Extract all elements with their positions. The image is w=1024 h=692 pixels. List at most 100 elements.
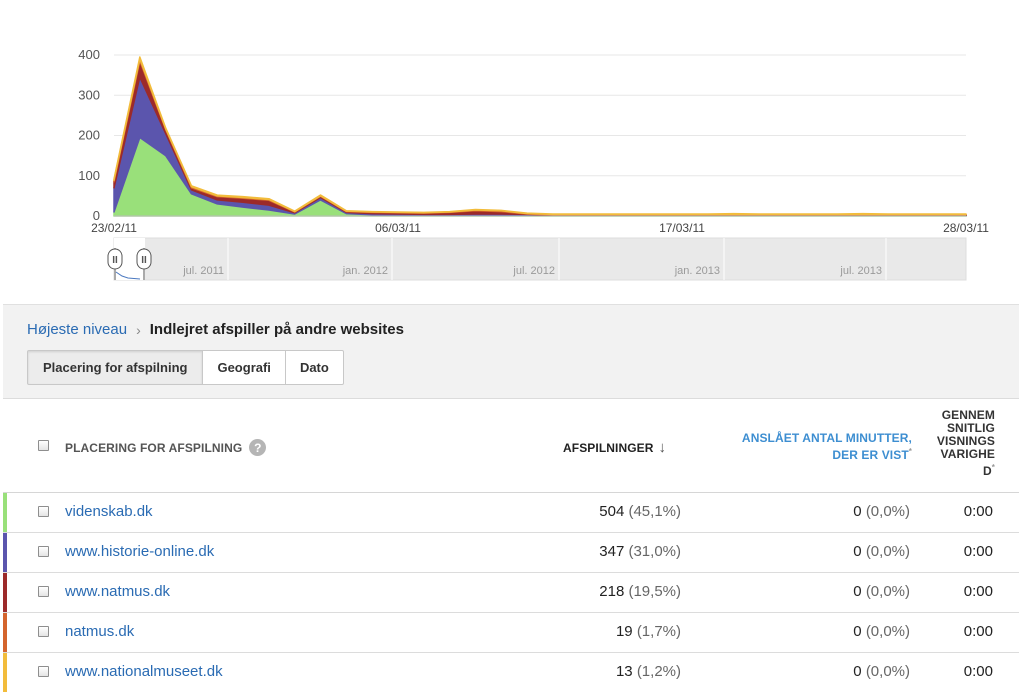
plays-value: 19 — [615, 623, 633, 640]
breadcrumb-root-link[interactable]: Højeste niveau — [27, 321, 127, 338]
location-column-label: PLACERING FOR AFSPILNING — [65, 440, 243, 455]
row-checkbox[interactable] — [38, 666, 49, 677]
minutes-value: 0 — [853, 503, 862, 520]
data-table: PLACERING FOR AFSPILNING ? AFSPILNINGER … — [3, 398, 1019, 692]
navigator-label: jan. 2013 — [674, 265, 720, 277]
stacked-area-chart: 400300200100023/02/11 06/03/11 17/03/11 28/… — [78, 47, 989, 281]
table-row: videnskab.dk 504 (45,1%) 0 (0,0%) 0:00 — [3, 493, 1019, 533]
range-handle-grip-icon: II — [141, 255, 147, 266]
tab-playback-location[interactable]: Placering for afspilning — [27, 350, 204, 385]
row-plays: 218 (19,5%) — [599, 583, 681, 600]
minutes-column-header[interactable]: ANSLÅET ANTAL MINUTTER, DER ER VIST* — [742, 431, 912, 462]
series-color-marker — [3, 613, 7, 652]
row-minutes: 0 (0,0%) — [853, 583, 910, 600]
table-row: www.natmus.dk 218 (19,5%) 0 (0,0%) 0:00 — [3, 573, 1019, 613]
series-area — [113, 60, 967, 216]
sort-desc-icon: ↓ — [658, 439, 667, 456]
row-checkbox[interactable] — [38, 626, 49, 637]
x-tick-label: 28/03/11 — [943, 221, 989, 235]
row-checkbox[interactable] — [38, 586, 49, 597]
minutes-value: 0 — [853, 663, 862, 680]
breadcrumb: Højeste niveau › Indlejret afspiller på … — [27, 321, 404, 338]
row-location-link[interactable]: www.nationalmuseet.dk — [65, 663, 223, 680]
row-location-link[interactable]: www.natmus.dk — [65, 583, 170, 600]
series-color-marker — [3, 653, 7, 692]
tab-geography[interactable]: Geografi — [203, 350, 286, 385]
tab-date[interactable]: Dato — [285, 350, 344, 385]
navigator-label: jan. 2012 — [342, 265, 388, 277]
range-handle-grip-icon: II — [112, 255, 118, 266]
plays-percent: (19,5%) — [628, 583, 681, 600]
location-column-header[interactable]: PLACERING FOR AFSPILNING ? — [65, 439, 267, 456]
row-location-link[interactable]: www.historie-online.dk — [65, 543, 214, 560]
plays-value: 218 — [599, 583, 625, 600]
row-minutes: 0 (0,0%) — [853, 503, 910, 520]
minutes-value: 0 — [853, 583, 862, 600]
plays-column-header[interactable]: AFSPILNINGER ↓ — [563, 439, 666, 456]
series-color-marker — [3, 573, 7, 612]
minutes-header-line-1: ANSLÅET ANTAL MINUTTER, — [741, 431, 912, 445]
row-location-link[interactable]: natmus.dk — [65, 623, 134, 640]
minutes-percent: (0,0%) — [865, 503, 910, 520]
minutes-value: 0 — [853, 623, 862, 640]
duration-header-line-4: VARIGHE — [940, 447, 995, 461]
minutes-percent: (0,0%) — [865, 583, 910, 600]
minutes-header-line-2: DER ER VIST — [832, 448, 909, 462]
minutes-percent: (0,0%) — [865, 543, 910, 560]
minutes-value: 0 — [853, 543, 862, 560]
y-tick-label: 200 — [78, 128, 100, 143]
row-plays: 19 (1,7%) — [616, 623, 681, 640]
minutes-percent: (0,0%) — [865, 623, 910, 640]
minutes-percent: (0,0%) — [865, 663, 910, 680]
row-checkbox[interactable] — [38, 506, 49, 517]
duration-asterisk: * — [991, 463, 995, 472]
row-duration: 0:00 — [963, 503, 993, 520]
row-location-link[interactable]: videnskab.dk — [65, 503, 153, 520]
duration-column-header[interactable]: GENNEM SNITLIG VISNINGS VARIGHE D* — [937, 409, 995, 478]
row-duration: 0:00 — [963, 623, 993, 640]
row-plays: 347 (31,0%) — [599, 543, 681, 560]
views-chart: 400 300 200 100 0 23/02/11 06/03/11 17/03/11 28/… — [0, 0, 1024, 304]
plays-percent: (1,2%) — [636, 663, 681, 680]
plays-value: 504 — [599, 503, 625, 520]
report-panel: Højeste niveau › Indlejret afspiller på … — [3, 304, 1019, 692]
row-minutes: 0 (0,0%) — [853, 543, 910, 560]
duration-header-line-5: D — [983, 464, 992, 478]
row-checkbox[interactable] — [38, 546, 49, 557]
table-header: PLACERING FOR AFSPILNING ? AFSPILNINGER … — [3, 399, 1019, 493]
help-icon[interactable]: ? — [249, 439, 267, 456]
plays-value: 347 — [599, 543, 625, 560]
select-all-checkbox[interactable] — [38, 440, 49, 451]
x-tick-label: 23/02/11 — [91, 221, 137, 235]
row-duration: 0:00 — [963, 543, 993, 560]
table-row: www.historie-online.dk 347 (31,0%) 0 (0,… — [3, 533, 1019, 573]
series-area — [113, 58, 967, 216]
table-row: natmus.dk 19 (1,7%) 0 (0,0%) 0:00 — [3, 613, 1019, 653]
navigator-label: jul. 2011 — [182, 265, 224, 277]
row-minutes: 0 (0,0%) — [853, 623, 910, 640]
breadcrumb-separator: › — [136, 321, 141, 338]
row-minutes: 0 (0,0%) — [853, 663, 910, 680]
x-tick-label: 17/03/11 — [659, 221, 705, 235]
minutes-asterisk: * — [908, 447, 912, 456]
x-tick-label: 06/03/11 — [375, 221, 421, 235]
series-color-marker — [3, 493, 7, 532]
series-color-marker — [3, 533, 7, 572]
navigator-label: jul. 2012 — [512, 265, 555, 277]
plays-percent: (45,1%) — [628, 503, 681, 520]
table-row: www.nationalmuseet.dk 13 (1,2%) 0 (0,0%)… — [3, 653, 1019, 692]
row-plays: 504 (45,1%) — [599, 503, 681, 520]
series-area — [113, 76, 967, 217]
navigator-label: jul. 2013 — [839, 265, 882, 277]
plays-value: 13 — [615, 663, 633, 680]
row-plays: 13 (1,2%) — [616, 663, 681, 680]
y-tick-label: 400 — [78, 47, 100, 62]
row-duration: 0:00 — [963, 583, 993, 600]
breadcrumb-current: Indlejret afspiller på andre websites — [149, 321, 404, 338]
dimension-tabs: Placering for afspilning Geografi Dato — [27, 350, 344, 385]
plays-column-label: AFSPILNINGER — [563, 440, 654, 455]
plays-percent: (31,0%) — [628, 543, 681, 560]
row-duration: 0:00 — [963, 663, 993, 680]
y-tick-label: 300 — [78, 87, 100, 102]
y-tick-label: 100 — [78, 168, 100, 183]
